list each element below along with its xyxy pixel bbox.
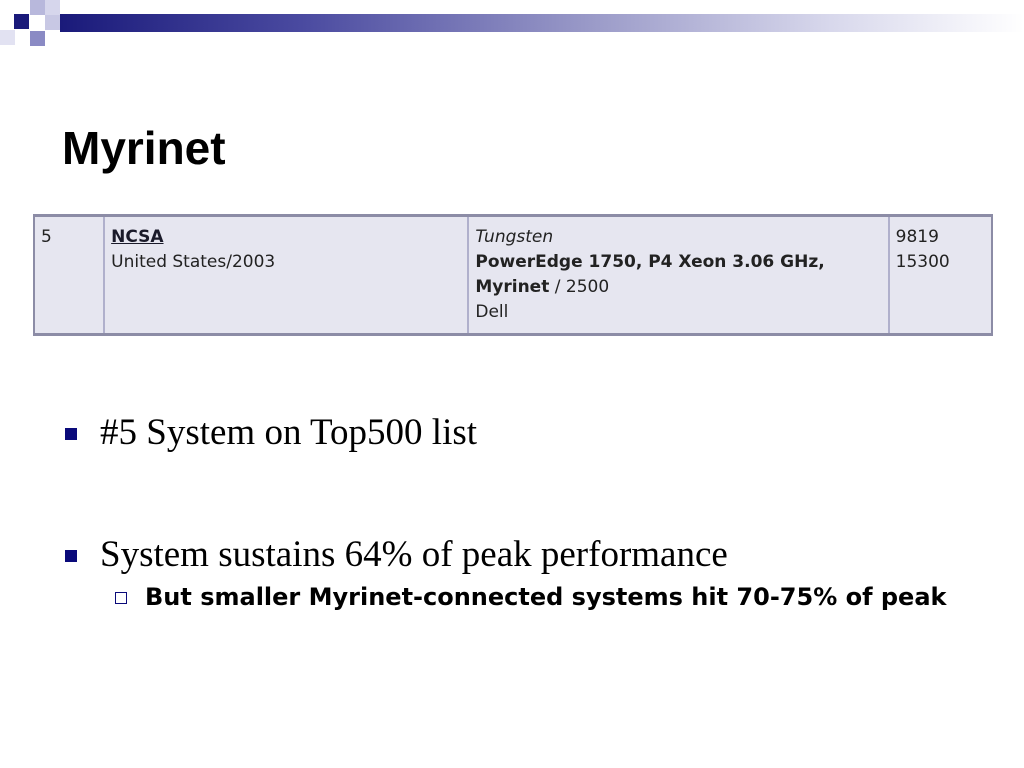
slide: Myrinet 5 NCSA United States/2003 Tungst… bbox=[0, 0, 1024, 768]
bullet-text: #5 System on Top500 list bbox=[100, 412, 478, 453]
header-square-decoration bbox=[45, 15, 60, 30]
site-name-link[interactable]: NCSA bbox=[111, 227, 163, 247]
header-square-decoration bbox=[30, 0, 45, 15]
sub-bullet-text: But smaller Myrinet-connected systems hi… bbox=[145, 583, 947, 611]
rmax-value: 9819 bbox=[895, 227, 939, 247]
bullet-item: System sustains 64% of peak performance bbox=[62, 530, 962, 580]
system-name: Tungsten bbox=[475, 227, 554, 247]
system-processor-count: / 2500 bbox=[549, 277, 610, 297]
bullet-item: #5 System on Top500 list bbox=[62, 408, 962, 458]
bullet-text: System sustains 64% of peak performance bbox=[100, 534, 728, 575]
square-bullet-icon bbox=[65, 550, 77, 562]
system-vendor: Dell bbox=[475, 302, 509, 322]
system-cell: Tungsten PowerEdge 1750, P4 Xeon 3.06 GH… bbox=[467, 215, 889, 335]
rank-value: 5 bbox=[41, 227, 52, 247]
rank-cell: 5 bbox=[34, 216, 104, 335]
system-description: PowerEdge 1750, P4 Xeon 3.06 GHz, Myrine… bbox=[475, 252, 825, 297]
header-square-decoration bbox=[45, 0, 60, 15]
hollow-square-bullet-icon bbox=[115, 592, 127, 604]
header-decoration bbox=[0, 0, 1024, 46]
header-square-decoration bbox=[14, 14, 29, 29]
header-gradient-bar bbox=[60, 14, 1024, 32]
header-square-decoration bbox=[30, 31, 45, 46]
performance-cell: 9819 15300 bbox=[887, 215, 992, 335]
slide-title: Myrinet bbox=[62, 122, 226, 174]
bullet-list: #5 System on Top500 list System sustains… bbox=[62, 408, 962, 614]
table-row: 5 NCSA United States/2003 Tungsten Power… bbox=[34, 215, 992, 335]
header-square-decoration bbox=[0, 30, 15, 45]
sub-bullet-item: But smaller Myrinet-connected systems hi… bbox=[115, 581, 955, 614]
rpeak-value: 15300 bbox=[895, 252, 950, 272]
square-bullet-icon bbox=[65, 428, 77, 440]
site-cell: NCSA United States/2003 bbox=[103, 215, 469, 335]
top500-entry-table: 5 NCSA United States/2003 Tungsten Power… bbox=[33, 214, 993, 336]
site-location: United States/2003 bbox=[111, 252, 276, 272]
